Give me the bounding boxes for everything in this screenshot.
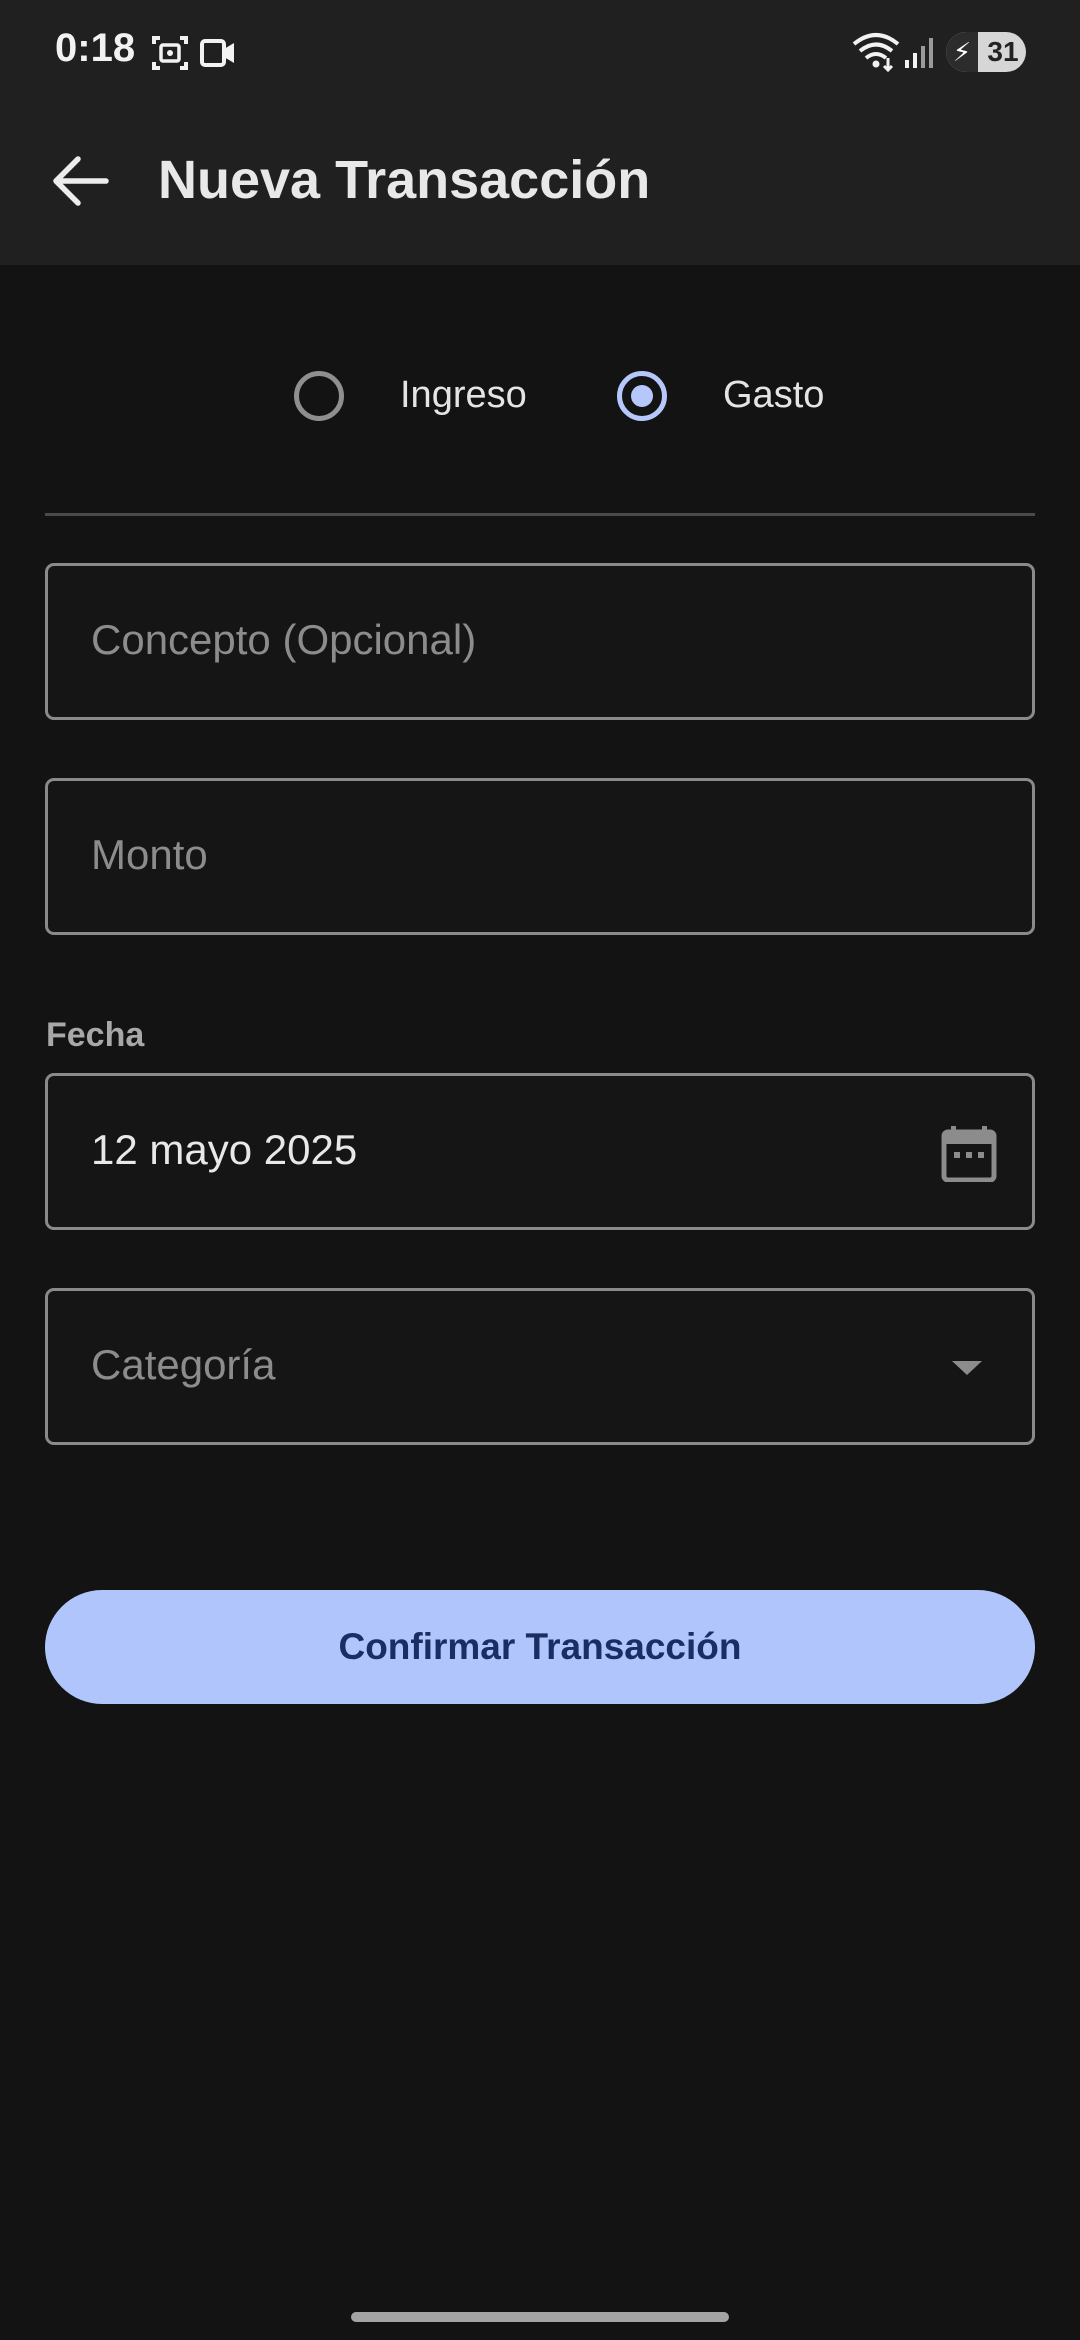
- concepto-placeholder: Concepto (Opcional): [91, 616, 477, 663]
- divider: [45, 513, 1035, 516]
- battery-level: 31: [987, 36, 1019, 67]
- arrow-back-icon: [53, 156, 109, 206]
- status-time: 0:18: [55, 26, 136, 70]
- fecha-label: Fecha: [46, 1016, 145, 1054]
- screen-record-icon: [200, 39, 234, 67]
- confirm-transaction-label: Confirmar Transacción: [338, 1626, 742, 1667]
- radio-option-gasto[interactable]: Gasto: [617, 360, 837, 440]
- radio-button-ingreso[interactable]: [294, 371, 344, 421]
- home-indicator[interactable]: [351, 2312, 729, 2322]
- battery-charging-icon: ⚡ 31: [946, 32, 1026, 72]
- radio-selected-dot: [631, 385, 653, 407]
- wifi-icon: [852, 33, 900, 72]
- categoria-dropdown[interactable]: Categoría: [45, 1288, 1035, 1445]
- page-title: Nueva Transacción: [158, 150, 651, 210]
- monto-placeholder: Monto: [91, 831, 208, 878]
- calendar-icon[interactable]: [941, 1124, 997, 1182]
- confirm-transaction-button[interactable]: Confirmar Transacción: [45, 1590, 1035, 1704]
- radio-label-gasto: Gasto: [723, 374, 825, 416]
- fecha-value: 12 mayo 2025: [91, 1126, 358, 1173]
- radio-option-ingreso[interactable]: Ingreso: [294, 360, 544, 440]
- screenshot-icon: [152, 36, 188, 70]
- categoria-placeholder: Categoría: [91, 1341, 276, 1388]
- concepto-field[interactable]: Concepto (Opcional): [45, 563, 1035, 720]
- fecha-field[interactable]: 12 mayo 2025: [45, 1073, 1035, 1230]
- app-bar: Nueva Transacción: [0, 104, 1080, 265]
- transaction-type-radio-group: Ingreso Gasto: [0, 360, 1080, 440]
- radio-label-ingreso: Ingreso: [400, 374, 527, 416]
- radio-button-gasto[interactable]: [617, 371, 667, 421]
- back-button[interactable]: [40, 141, 120, 221]
- signal-icon: [905, 38, 933, 68]
- charging-bolt-icon: ⚡: [946, 32, 978, 72]
- status-bar: 0:18 ⚡ 31: [0, 0, 1080, 104]
- dropdown-arrow-icon: [952, 1361, 982, 1375]
- monto-field[interactable]: Monto: [45, 778, 1035, 935]
